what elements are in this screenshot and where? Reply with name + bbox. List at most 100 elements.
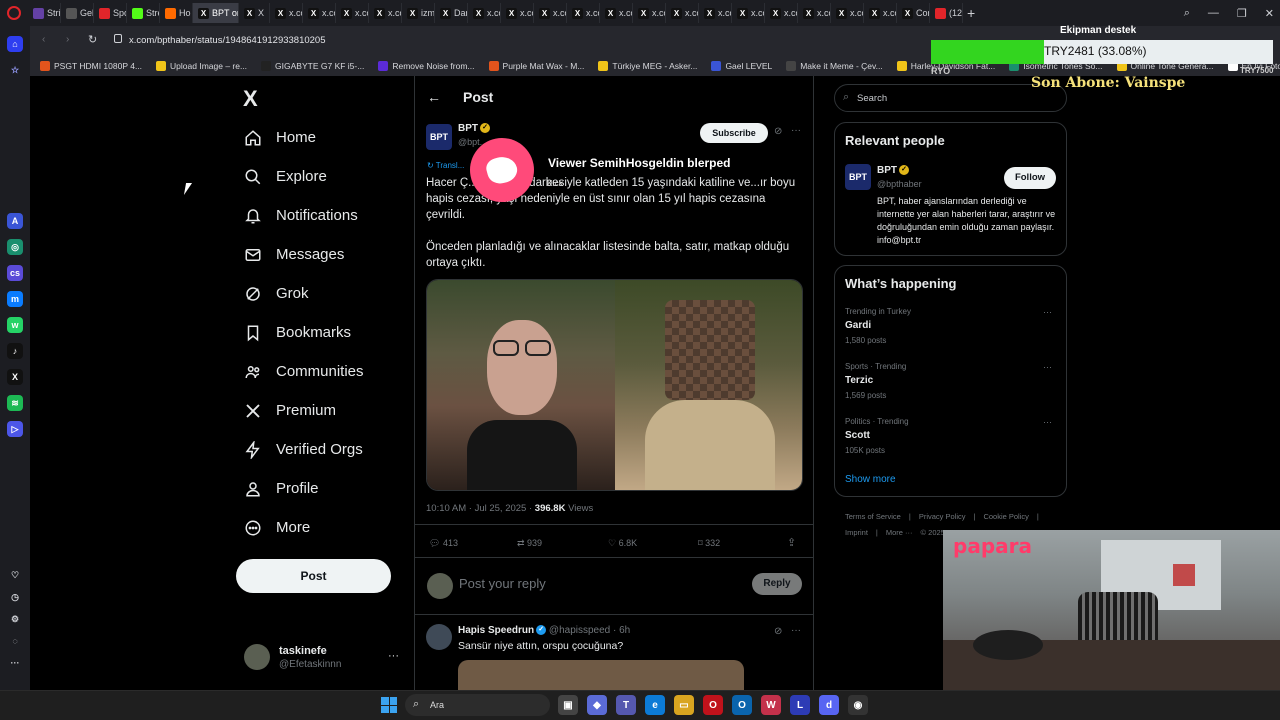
minimize-button[interactable]: — xyxy=(1208,7,1219,19)
browser-tab[interactable]: (12 xyxy=(930,3,964,23)
reply-author[interactable]: Hapis Speedrun ✓ @hapisspeed · 6h xyxy=(458,625,630,636)
privacy-link[interactable]: Privacy Policy xyxy=(919,512,966,521)
obs-icon[interactable]: ◉ xyxy=(848,695,868,715)
nav-more[interactable]: More xyxy=(236,508,414,547)
footer-more-link[interactable]: More ··· xyxy=(886,528,913,537)
bookmark-item[interactable]: Upload Image – re... xyxy=(156,61,247,71)
bookmark-item[interactable]: PSGT HDMI 1080P 4... xyxy=(40,61,142,71)
nav-bookmarks[interactable]: Bookmarks xyxy=(236,313,414,352)
reply-author-avatar[interactable] xyxy=(426,624,452,650)
nav-explore[interactable]: Explore xyxy=(236,157,414,196)
grok-small-icon[interactable]: ⊘ xyxy=(774,126,782,137)
share-icon[interactable]: ⇪ xyxy=(787,536,796,549)
person-name[interactable]: BPT ✓ xyxy=(877,165,909,176)
taskbar-search[interactable]: ⌕ Ara xyxy=(405,694,550,716)
browser-tab[interactable]: Xx.co xyxy=(270,3,304,23)
post-media[interactable] xyxy=(426,279,803,491)
player-icon[interactable]: ▷ xyxy=(7,421,23,437)
maximize-button[interactable]: ❐ xyxy=(1237,7,1247,20)
browser-tab[interactable]: XX xyxy=(239,3,271,23)
forward-icon[interactable]: › xyxy=(66,34,69,45)
nav-communities[interactable]: Communities xyxy=(236,352,414,391)
browser-tab[interactable]: Xx.co xyxy=(600,3,634,23)
messenger-icon[interactable]: m xyxy=(7,291,23,307)
close-button[interactable]: ✕ xyxy=(1265,7,1274,20)
post-button[interactable]: Post xyxy=(236,559,391,593)
nav-verified-orgs[interactable]: Verified Orgs xyxy=(236,430,414,469)
nav-premium[interactable]: Premium xyxy=(236,391,414,430)
browser-tab[interactable]: Xx.co xyxy=(336,3,370,23)
home-icon[interactable]: ⌂ xyxy=(7,36,23,52)
like-action[interactable]: ♡ 6.8K xyxy=(608,538,637,549)
bookmark-item[interactable]: Remove Noise from... xyxy=(378,61,475,71)
search-tabs-icon[interactable]: ⌕ xyxy=(1184,7,1190,20)
author-avatar[interactable]: BPT xyxy=(426,124,452,150)
file-explorer-icon[interactable]: ▭ xyxy=(674,695,694,715)
browser-tab[interactable]: X BPT on xyxy=(193,3,239,23)
heart-icon[interactable]: ♡ xyxy=(7,567,23,583)
bookmark-item[interactable]: GIGABYTE G7 KF i5-... xyxy=(261,61,364,71)
search-input[interactable]: Search xyxy=(857,93,887,104)
history-icon[interactable]: ◷ xyxy=(7,589,23,605)
reply-button[interactable]: Reply xyxy=(752,573,802,595)
browser-tab[interactable]: Xx.co xyxy=(633,3,667,23)
reload-icon[interactable]: ↻ xyxy=(88,33,97,46)
browser-tab[interactable]: Gel xyxy=(61,3,94,23)
browser-tab[interactable]: Xizm xyxy=(402,3,436,23)
opera-logo-icon[interactable] xyxy=(7,6,21,20)
reply-input[interactable]: Post your reply xyxy=(459,576,546,591)
browser-tab[interactable]: Xx.co xyxy=(369,3,403,23)
nav-home[interactable]: Home xyxy=(236,118,414,157)
browser-tab[interactable]: Xx.co xyxy=(732,3,766,23)
browser-tab[interactable]: Xx.co xyxy=(699,3,733,23)
lightbulb-icon[interactable]: ◌ xyxy=(7,633,23,649)
aria-icon[interactable]: A xyxy=(7,213,23,229)
trend-more-icon[interactable]: ··· xyxy=(1043,307,1052,317)
account-more-icon[interactable]: ··· xyxy=(388,650,399,662)
teams-icon[interactable]: T xyxy=(616,695,636,715)
edge-icon[interactable]: e xyxy=(645,695,665,715)
trend-more-icon[interactable]: ··· xyxy=(1043,362,1052,372)
chatgpt-icon[interactable]: ◎ xyxy=(7,239,23,255)
terms-link[interactable]: Terms of Service xyxy=(845,512,901,521)
browser-tab[interactable]: Stre xyxy=(127,3,160,23)
browser-tab[interactable]: Xx.co xyxy=(864,3,898,23)
browser-tab[interactable]: Stri xyxy=(28,3,61,23)
trend-more-icon[interactable]: ··· xyxy=(1043,417,1052,427)
whatsapp-icon[interactable]: w xyxy=(7,317,23,333)
url-text[interactable]: x.com/bpthaber/status/194864191293381020… xyxy=(129,35,326,46)
bookmark-action[interactable]: ⌑ 332 xyxy=(698,538,720,549)
outlook-icon[interactable]: O xyxy=(732,695,752,715)
spotify-icon[interactable]: ≋ xyxy=(7,395,23,411)
wps-icon[interactable]: W xyxy=(761,695,781,715)
browser-tab[interactable]: Xx.co xyxy=(303,3,337,23)
grok-small-icon[interactable]: ⊘ xyxy=(774,626,782,637)
person-avatar[interactable]: BPT xyxy=(845,164,871,190)
browser-tab[interactable]: Ho xyxy=(160,3,193,23)
subscribe-button[interactable]: Subscribe xyxy=(700,123,768,143)
more-sidebar-icon[interactable]: ··· xyxy=(7,655,23,671)
opera-icon[interactable]: O xyxy=(703,695,723,715)
nav-grok[interactable]: Grok xyxy=(236,274,414,313)
settings-icon[interactable]: ⚙ xyxy=(7,611,23,627)
tiktok-icon[interactable]: ♪ xyxy=(7,343,23,359)
browser-tab[interactable]: Spo xyxy=(94,3,127,23)
browser-tab[interactable]: Xx.co xyxy=(831,3,865,23)
bookmark-item[interactable]: Purple Mat Wax - M... xyxy=(488,61,584,71)
repost-action[interactable]: ⇄ 939 xyxy=(517,538,542,549)
browser-tab[interactable]: X Dar xyxy=(435,3,469,23)
show-more-link[interactable]: Show more xyxy=(845,474,896,485)
nav-profile[interactable]: Profile xyxy=(236,469,414,508)
cs-icon[interactable]: cs xyxy=(7,265,23,281)
windows-start-icon[interactable] xyxy=(381,697,397,713)
reply-action[interactable]: 💬︎ 413 xyxy=(429,538,458,549)
browser-tab[interactable]: X Cor xyxy=(897,3,931,23)
reply-media[interactable] xyxy=(458,660,744,690)
l-app-icon[interactable]: L xyxy=(790,695,810,715)
discord-icon[interactable]: d xyxy=(819,695,839,715)
reply-more-icon[interactable]: ··· xyxy=(791,625,801,636)
bookmark-item[interactable]: Gael LEVEL xyxy=(711,61,772,71)
post-more-icon[interactable]: ··· xyxy=(791,125,801,136)
browser-tab[interactable]: Xx.co xyxy=(765,3,799,23)
bookmark-item[interactable]: Türkiye MEG - Asker... xyxy=(598,61,697,71)
